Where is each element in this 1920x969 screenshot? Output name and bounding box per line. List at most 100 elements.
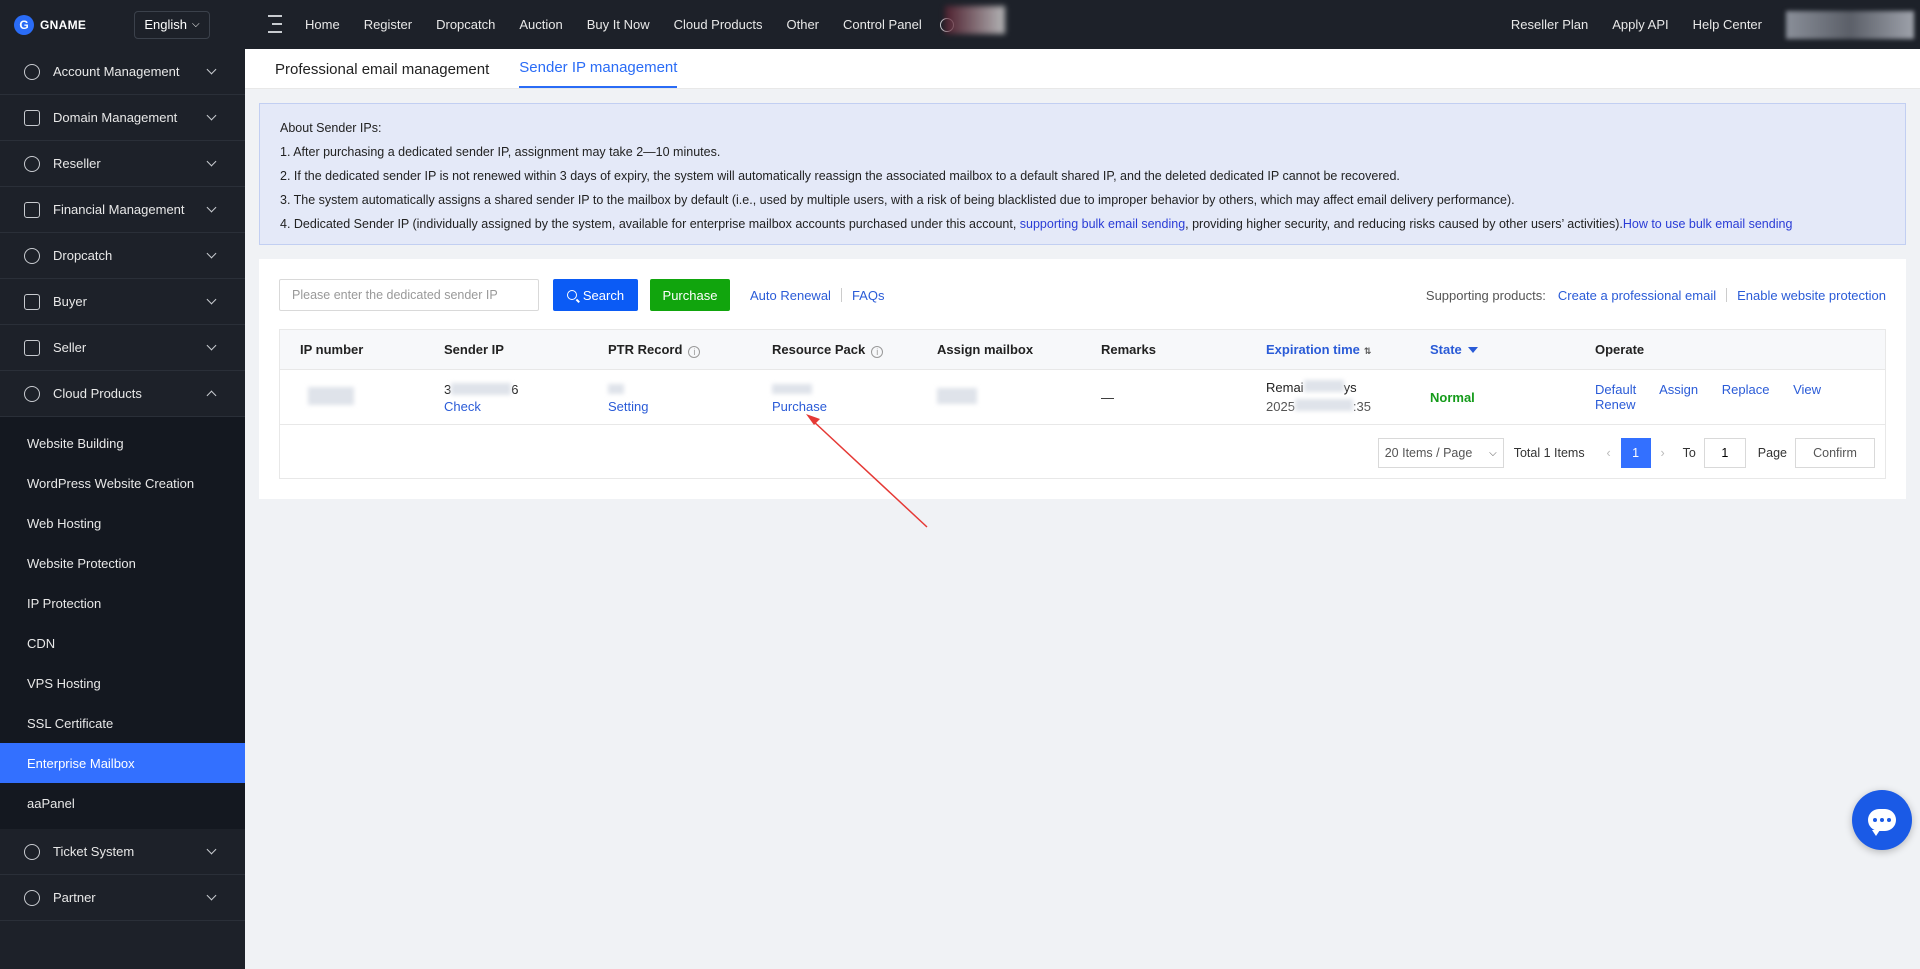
nav-other[interactable]: Other: [786, 17, 819, 32]
filter-icon[interactable]: [1467, 347, 1478, 353]
ip-number-cell: [280, 386, 424, 408]
top-right-links: Reseller Plan Apply API Help Center: [1511, 0, 1920, 49]
nav-reseller-plan[interactable]: Reseller Plan: [1511, 17, 1588, 32]
nav-auction[interactable]: Auction: [519, 17, 562, 32]
remaining-prefix: Remai: [1266, 380, 1304, 395]
sidebar-subitem-web-hosting[interactable]: Web Hosting: [0, 503, 245, 543]
sidebar-item-partner[interactable]: Partner: [0, 875, 245, 921]
sidebar-subitem-wordpress[interactable]: WordPress Website Creation: [0, 463, 245, 503]
sidebar-subitem-cdn[interactable]: CDN: [0, 623, 245, 663]
assign-mailbox-cell: [917, 387, 1081, 407]
sidebar-item-account-management[interactable]: Account Management: [0, 49, 245, 95]
current-page[interactable]: 1: [1620, 438, 1651, 468]
view-action[interactable]: View: [1793, 382, 1821, 397]
sidebar-subitem-vps-hosting[interactable]: VPS Hosting: [0, 663, 245, 703]
chevron-down-icon: ⌵: [1489, 447, 1497, 459]
notice-line-1: 1. After purchasing a dedicated sender I…: [280, 145, 721, 159]
info-icon[interactable]: i: [871, 345, 884, 358]
sidebar-item-label: Dropcatch: [53, 248, 113, 263]
page-size-select[interactable]: 20 Items / Page ⌵: [1377, 438, 1504, 468]
redacted-value: [1303, 380, 1344, 392]
search-input[interactable]: [279, 279, 539, 311]
confirm-button[interactable]: Confirm: [1795, 438, 1875, 468]
sidebar-subitem-website-building[interactable]: Website Building: [0, 423, 245, 463]
bulk-email-link[interactable]: supporting bulk email sending: [1020, 217, 1185, 231]
goto-page-input[interactable]: [1703, 438, 1746, 468]
sidebar-subitem-enterprise-mailbox[interactable]: Enterprise Mailbox: [0, 743, 245, 783]
sidebar-item-seller[interactable]: Seller: [0, 325, 245, 371]
sender-ip-suffix: 6: [511, 382, 519, 397]
assign-action[interactable]: Assign: [1659, 382, 1698, 397]
nav-apply-api[interactable]: Apply API: [1612, 17, 1668, 32]
info-icon[interactable]: i: [688, 345, 701, 358]
tab-sender-ip-management[interactable]: Sender IP management: [519, 59, 678, 88]
notice-title: About Sender IPs:: [280, 121, 382, 135]
expiration-date-prefix: 2025: [1266, 399, 1295, 414]
sidebar-item-buyer[interactable]: Buyer: [0, 279, 245, 325]
sidebar-subitem-ssl-certificate[interactable]: SSL Certificate: [0, 703, 245, 743]
nav-help-center[interactable]: Help Center: [1693, 17, 1762, 32]
next-page-icon[interactable]: ›: [1651, 438, 1675, 468]
auto-renewal-link[interactable]: Auto Renewal: [750, 288, 831, 303]
sidebar-item-label: Partner: [53, 890, 96, 905]
enable-website-protection-link[interactable]: Enable website protection: [1737, 288, 1886, 303]
sidebar-item-label: Domain Management: [53, 110, 178, 125]
replace-action[interactable]: Replace: [1722, 382, 1770, 397]
nav-home[interactable]: Home: [305, 17, 340, 32]
expiration-cell: Remai ys 2025:35: [1246, 378, 1410, 416]
check-link[interactable]: Check: [444, 399, 481, 414]
col-operate: Operate: [1595, 342, 1645, 357]
sidebar-item-label: Buyer: [53, 294, 87, 309]
nav-buy-it-now[interactable]: Buy It Now: [587, 17, 650, 32]
tab-professional-email-management[interactable]: Professional email management: [275, 61, 489, 88]
sidebar-subitem-aapanel[interactable]: aaPanel: [0, 783, 245, 823]
col-expiration-time[interactable]: Expiration time ⇅: [1246, 342, 1410, 357]
logo-icon: G: [14, 14, 34, 35]
default-action[interactable]: Default: [1595, 382, 1636, 397]
sidebar-item-financial-management[interactable]: Financial Management: [0, 187, 245, 233]
sidebar-subitem-website-protection[interactable]: Website Protection: [0, 543, 245, 583]
nav-cloud-products[interactable]: Cloud Products: [674, 17, 763, 32]
redacted-value: [772, 384, 812, 394]
remaining-days: Remai ys: [1266, 378, 1410, 397]
menu-toggle-icon[interactable]: [268, 15, 284, 33]
brand-name: GNAME: [40, 17, 87, 32]
renew-action[interactable]: Renew: [1595, 397, 1635, 412]
prev-page-icon[interactable]: ‹: [1597, 438, 1621, 468]
notice-line-4: 4. Dedicated Sender IP (individually ass…: [280, 212, 1885, 236]
search-button[interactable]: Search: [553, 279, 638, 311]
sidebar: Account Management Domain Management Res…: [0, 49, 245, 969]
sort-icon[interactable]: ⇅: [1364, 346, 1372, 357]
nav-control-panel[interactable]: Control Panel: [843, 17, 922, 32]
how-to-bulk-email-link[interactable]: How to use bulk email sending: [1623, 217, 1793, 231]
sidebar-item-label: Cloud Products: [53, 386, 142, 401]
total-items: Total 1 Items: [1513, 446, 1585, 460]
chevron-down-icon: [206, 294, 217, 305]
table-row: 36 Check Setting Purchase — Remai ys 2025…: [280, 370, 1885, 425]
chevron-up-icon: [206, 390, 217, 401]
create-professional-email-link[interactable]: Create a professional email: [1558, 288, 1716, 303]
ptr-setting-link[interactable]: Setting: [608, 399, 648, 414]
purchase-button[interactable]: Purchase: [650, 279, 730, 311]
remaining-suffix: ys: [1343, 380, 1357, 395]
search-icon: [566, 290, 577, 300]
sidebar-subitem-ip-protection[interactable]: IP Protection: [0, 583, 245, 623]
cloud-products-submenu: Website Building WordPress Website Creat…: [0, 417, 245, 829]
sidebar-item-reseller[interactable]: Reseller: [0, 141, 245, 187]
brand-logo[interactable]: G GNAME: [0, 14, 124, 35]
faqs-link[interactable]: FAQs: [852, 288, 885, 303]
chevron-down-icon: [206, 156, 217, 167]
chat-button[interactable]: [1852, 790, 1912, 850]
top-bar: G GNAME English ⌵ Home Register Dropcatc…: [0, 0, 1920, 49]
user-avatar-redacted[interactable]: [1786, 10, 1914, 39]
col-state[interactable]: State: [1410, 342, 1575, 357]
language-selector[interactable]: English ⌵: [134, 10, 210, 39]
nav-dropcatch[interactable]: Dropcatch: [436, 17, 495, 32]
sidebar-item-ticket-system[interactable]: Ticket System: [0, 829, 245, 875]
sidebar-item-cloud-products[interactable]: Cloud Products: [0, 371, 245, 417]
sidebar-item-domain-management[interactable]: Domain Management: [0, 95, 245, 141]
sidebar-item-dropcatch[interactable]: Dropcatch: [0, 233, 245, 279]
nav-register[interactable]: Register: [364, 17, 412, 32]
resource-pack-purchase-link[interactable]: Purchase: [772, 399, 827, 414]
dollar-icon: [24, 201, 40, 218]
